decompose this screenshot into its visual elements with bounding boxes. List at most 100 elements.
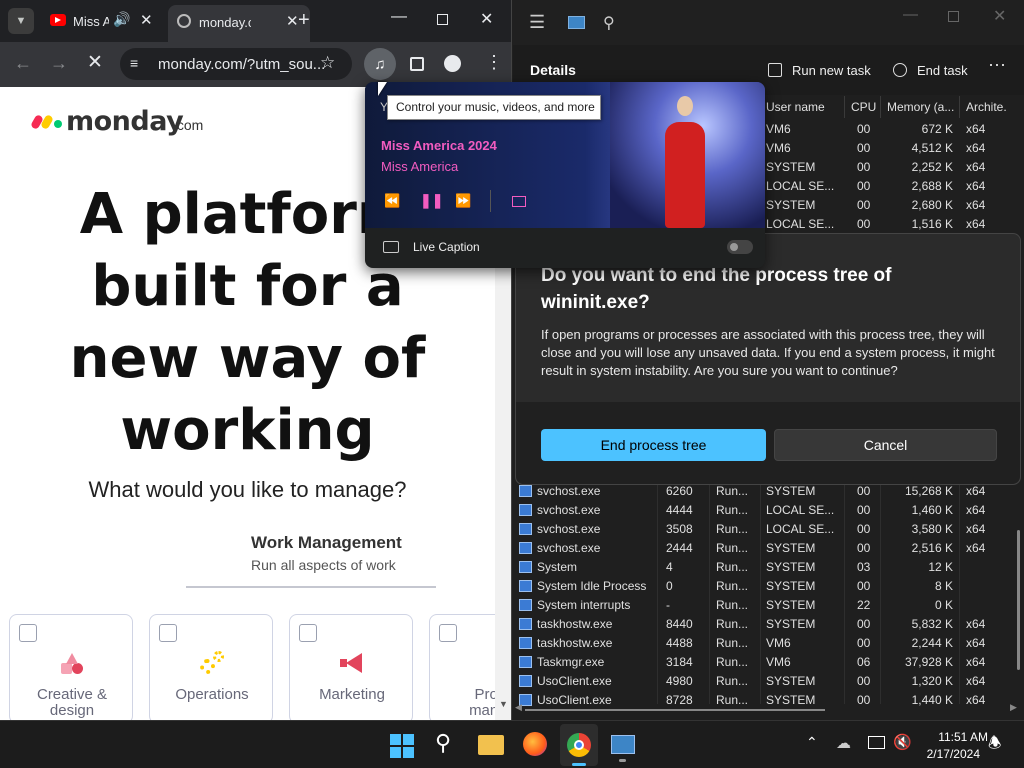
table-row[interactable]: taskhostw.exe 4488 Run... VM6 00 2,244 K x64 [513,634,1018,653]
cell-user: SYSTEM [766,674,816,688]
process-icon [519,485,532,497]
tab-monday[interactable]: monday.c ✕ [168,5,310,42]
cancel-button[interactable]: Cancel [774,429,997,461]
card-label: Operations [175,686,249,703]
clock-time[interactable]: 11:51 AM [918,730,988,744]
table-row[interactable]: Taskmgr.exe 3184 Run... VM6 06 37,928 K x64 [513,653,1018,672]
scroll-left-icon[interactable]: ◀ [515,702,522,713]
more-menu-icon[interactable]: ⋮ [485,52,503,73]
card-marketing[interactable]: Marketing [289,614,413,720]
checkbox[interactable] [159,624,177,642]
close-window-icon[interactable]: ✕ [480,9,493,29]
cell-user: SYSTEM [766,560,816,574]
site-settings-icon[interactable]: ≡ [130,55,138,71]
cell-cpu: 00 [857,122,871,136]
hamburger-menu-icon[interactable]: ☰ [529,12,545,33]
table-row[interactable]: System Idle Process 0 Run... SYSTEM 00 8 K [513,577,1018,596]
col-memory[interactable]: Memory (a... [887,100,954,114]
volume-muted-icon[interactable]: 🔇 [893,733,912,751]
tm-minimize-icon[interactable]: — [903,6,918,23]
horizontal-scrollbar[interactable]: ◀ ▶ [513,702,1018,716]
previous-track-icon[interactable]: ⏪ [384,193,400,209]
cell-user: SYSTEM [766,160,816,174]
more-options-icon[interactable]: ⋯ [988,55,1006,76]
search-icon[interactable]: ⚲ [435,730,451,756]
media-control-icon[interactable]: ♫ [364,48,396,80]
speaker-icon[interactable]: 🔊 [113,11,130,28]
col-user-name[interactable]: User name [766,100,825,114]
checkbox[interactable] [299,624,317,642]
table-row[interactable]: System interrupts - Run... SYSTEM 22 0 K [513,596,1018,615]
cell-user: LOCAL SE... [766,217,835,231]
onedrive-icon[interactable]: ☁ [836,734,851,752]
table-row[interactable]: System 4 Run... SYSTEM 03 12 K [513,558,1018,577]
file-explorer-icon[interactable] [478,735,504,755]
dialog-footer: End process tree Cancel [516,402,1020,484]
shapes-icon [61,653,83,675]
clock-date[interactable]: 2/17/2024 [918,747,980,761]
close-tab-icon[interactable]: ✕ [286,12,299,30]
col-architecture[interactable]: Archite. [966,100,1007,114]
tab-youtube[interactable]: Miss A 🔊 ✕ [40,6,164,36]
table-row[interactable]: UsoClient.exe 4980 Run... SYSTEM 00 1,320 K x6… [513,672,1018,691]
scroll-down-arrow-icon[interactable]: ▼ [499,699,508,709]
card-project-management[interactable]: Proje manag [429,614,495,720]
manage-question: What would you like to manage? [88,477,407,502]
checkbox[interactable] [19,624,37,642]
card-creative-design[interactable]: Creative & design [9,614,133,720]
tm-maximize-icon[interactable] [948,11,959,22]
live-caption-toggle[interactable] [727,240,753,254]
logo-suffix: .com [173,117,204,133]
cell-name: System Idle Process [537,579,647,593]
maximize-icon[interactable] [437,14,448,25]
scroll-right-icon[interactable]: ▶ [1010,702,1017,713]
cell-name: svchost.exe [537,541,601,555]
cell-user: VM6 [766,655,791,669]
end-process-tree-button[interactable]: End process tree [541,429,766,461]
forward-icon[interactable]: → [50,53,68,74]
table-row[interactable]: svchost.exe 4444 Run... LOCAL SE... 00 1,460 … [513,501,1018,520]
card-operations[interactable]: Operations [149,614,273,720]
new-tab-icon[interactable]: + [298,9,310,32]
firefox-icon[interactable] [523,732,547,756]
next-track-icon[interactable]: ⏩ [455,193,471,209]
run-new-task-button[interactable]: Run new task [768,59,878,83]
network-icon[interactable] [868,736,885,749]
cell-pid: 4980 [666,674,693,688]
chrome-taskbar-button[interactable] [560,724,598,766]
logo-text[interactable]: monday [66,106,184,137]
notifications-bell-icon[interactable]: 🕭 [988,733,1001,758]
show-hidden-icons-icon[interactable]: ⌃ [806,734,818,751]
windows-start-icon[interactable] [390,734,414,758]
col-cpu[interactable]: CPU [851,100,876,114]
profile-icon[interactable] [444,55,461,72]
back-icon[interactable]: ← [14,53,32,74]
work-management-title[interactable]: Work Management [251,533,402,553]
address-bar[interactable]: ≡ monday.com/?utm_sou... ☆ [120,48,352,80]
cell-cpu: 00 [857,160,871,174]
bookmark-star-icon[interactable]: ☆ [320,53,335,73]
side-panel-icon[interactable] [410,57,424,71]
table-row[interactable]: svchost.exe 3508 Run... LOCAL SE... 00 3,580 … [513,520,1018,539]
vertical-scrollbar[interactable] [1017,530,1020,670]
work-management-subtitle: Run all aspects of work [251,557,396,573]
close-tab-icon[interactable]: ✕ [140,11,153,29]
monday-favicon-icon [177,14,191,28]
tab-strip: ▼ Miss A 🔊 ✕ monday.c ✕ + — ✕ [0,0,511,42]
checkbox[interactable] [439,624,457,642]
tm-close-icon[interactable]: ✕ [993,6,1006,26]
tab-search-button[interactable]: ▼ [8,8,34,34]
cell-cpu: 00 [857,179,871,193]
minimize-icon[interactable]: — [391,8,407,26]
end-task-button[interactable]: End task [893,59,978,83]
cell-memory: 2,688 K [911,179,953,193]
stop-loading-icon[interactable]: ✕ [87,51,103,74]
table-row[interactable]: svchost.exe 2444 Run... SYSTEM 00 2,516 K x64 [513,539,1018,558]
cell-pid: 0 [666,579,673,593]
pause-icon[interactable]: ❚❚ [420,192,443,209]
search-icon[interactable]: ⚲ [603,13,615,33]
table-row[interactable]: taskhostw.exe 8440 Run... SYSTEM 00 5,832 K x6… [513,615,1018,634]
picture-in-picture-icon[interactable] [512,196,526,207]
task-manager-taskbar-icon[interactable] [611,735,635,754]
cell-memory: 1,516 K [911,217,953,231]
